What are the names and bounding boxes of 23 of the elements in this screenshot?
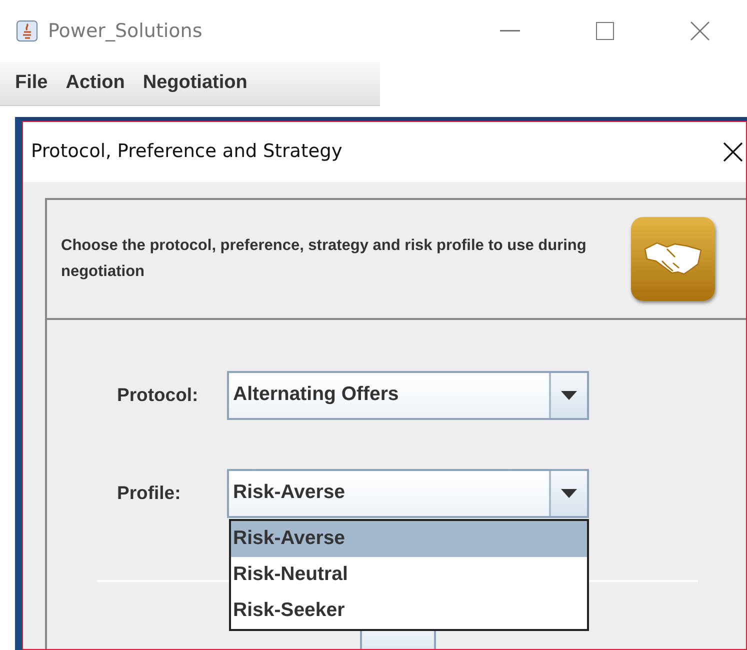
menu-item[interactable]: File (6, 69, 57, 98)
close-icon (690, 21, 710, 41)
menu-item[interactable]: Negotiation (134, 69, 256, 98)
dropdown-button[interactable] (549, 470, 587, 516)
minimize-icon (500, 30, 520, 32)
dropdown-option[interactable]: Risk-Averse (231, 521, 587, 557)
dropdown-option[interactable]: Risk-Neutral (231, 557, 587, 593)
description-text: Choose the protocol, preference, strategy and risk profile to use during negotiation (61, 236, 588, 282)
menu-item[interactable]: Action (56, 69, 134, 98)
close-icon (722, 140, 744, 163)
java-app-icon (16, 20, 38, 42)
combo-box[interactable]: Alternating Offers (227, 370, 589, 420)
dialog-title: Protocol, Preference and Strategy (31, 140, 342, 164)
dropdown-button[interactable] (549, 372, 587, 418)
combo-box[interactable]: Risk-Averse (227, 468, 589, 518)
window-title: Power_Solutions (48, 18, 202, 44)
handshake-icon (631, 217, 715, 301)
dropdown-option[interactable]: Risk-Seeker (231, 593, 587, 629)
caret-icon (561, 390, 577, 400)
field-label: Protocol: (116, 383, 200, 408)
maximize-icon (596, 22, 614, 40)
field-label: Profile: (116, 481, 182, 506)
caret-icon (561, 488, 577, 498)
